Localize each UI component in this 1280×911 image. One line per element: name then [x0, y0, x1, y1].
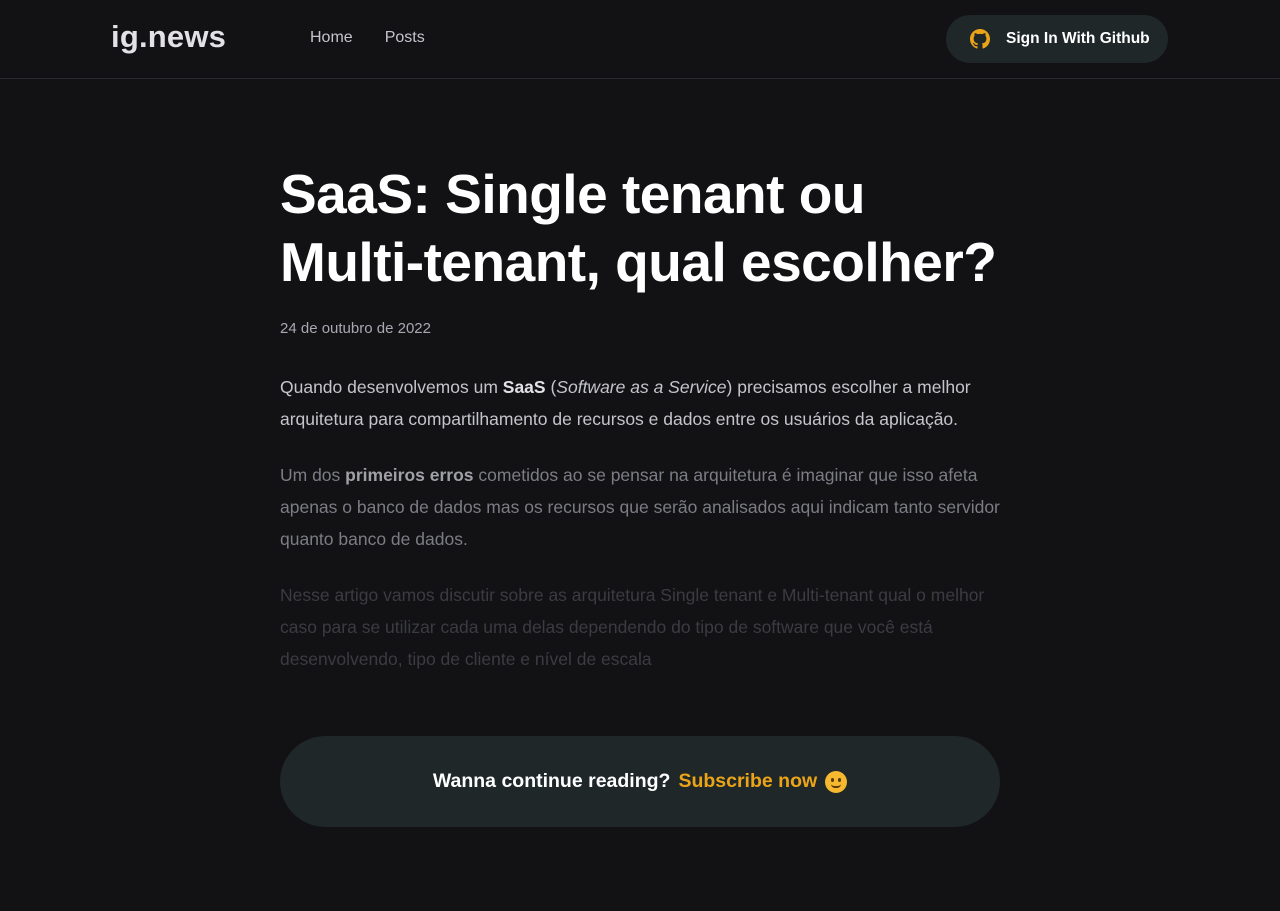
github-icon [970, 29, 990, 49]
hugging-face-icon [825, 770, 848, 793]
sign-in-github-button[interactable]: Sign In With Github [946, 15, 1168, 63]
post-paragraph: Um dos primeiros erros cometidos ao se p… [280, 459, 1000, 555]
paragraph-bold-text: SaaS [502, 377, 546, 397]
paragraph-bold-text: primeiros erros [345, 465, 474, 485]
paragraph-text: Um dos [280, 465, 346, 485]
continue-reading-banner: Wanna continue reading? Subscribe now [280, 736, 1000, 827]
post-article: SaaS: Single tenant ou Multi-tenant, qua… [280, 160, 1000, 699]
continue-reading-question: Wanna continue reading? [432, 770, 671, 792]
post-paragraph-faded: Nesse artigo vamos discutir sobre as arq… [280, 585, 985, 669]
nav-posts[interactable]: Posts [385, 29, 425, 47]
subscribe-now-link[interactable]: Subscribe now [678, 770, 817, 793]
paragraph-text: ( [545, 377, 557, 397]
post-paragraph: Quando desenvolvemos um SaaS (Software a… [280, 371, 1000, 435]
paragraph-text: Quando desenvolvemos um [280, 377, 503, 397]
paragraph-italic-text: Software as a Service [556, 377, 727, 397]
post-content: Quando desenvolvemos um SaaS (Software a… [280, 371, 1000, 675]
site-logo[interactable]: ig.news [111, 19, 226, 55]
site-header: ig.news Home Posts Sign In With Github [0, 0, 1280, 79]
post-date: 24 de outubro de 2022 [280, 320, 431, 337]
sign-in-label: Sign In With Github [1006, 30, 1150, 47]
nav-home[interactable]: Home [310, 29, 353, 47]
main-nav: Home Posts [310, 29, 425, 47]
post-title: SaaS: Single tenant ou Multi-tenant, qua… [280, 163, 997, 293]
